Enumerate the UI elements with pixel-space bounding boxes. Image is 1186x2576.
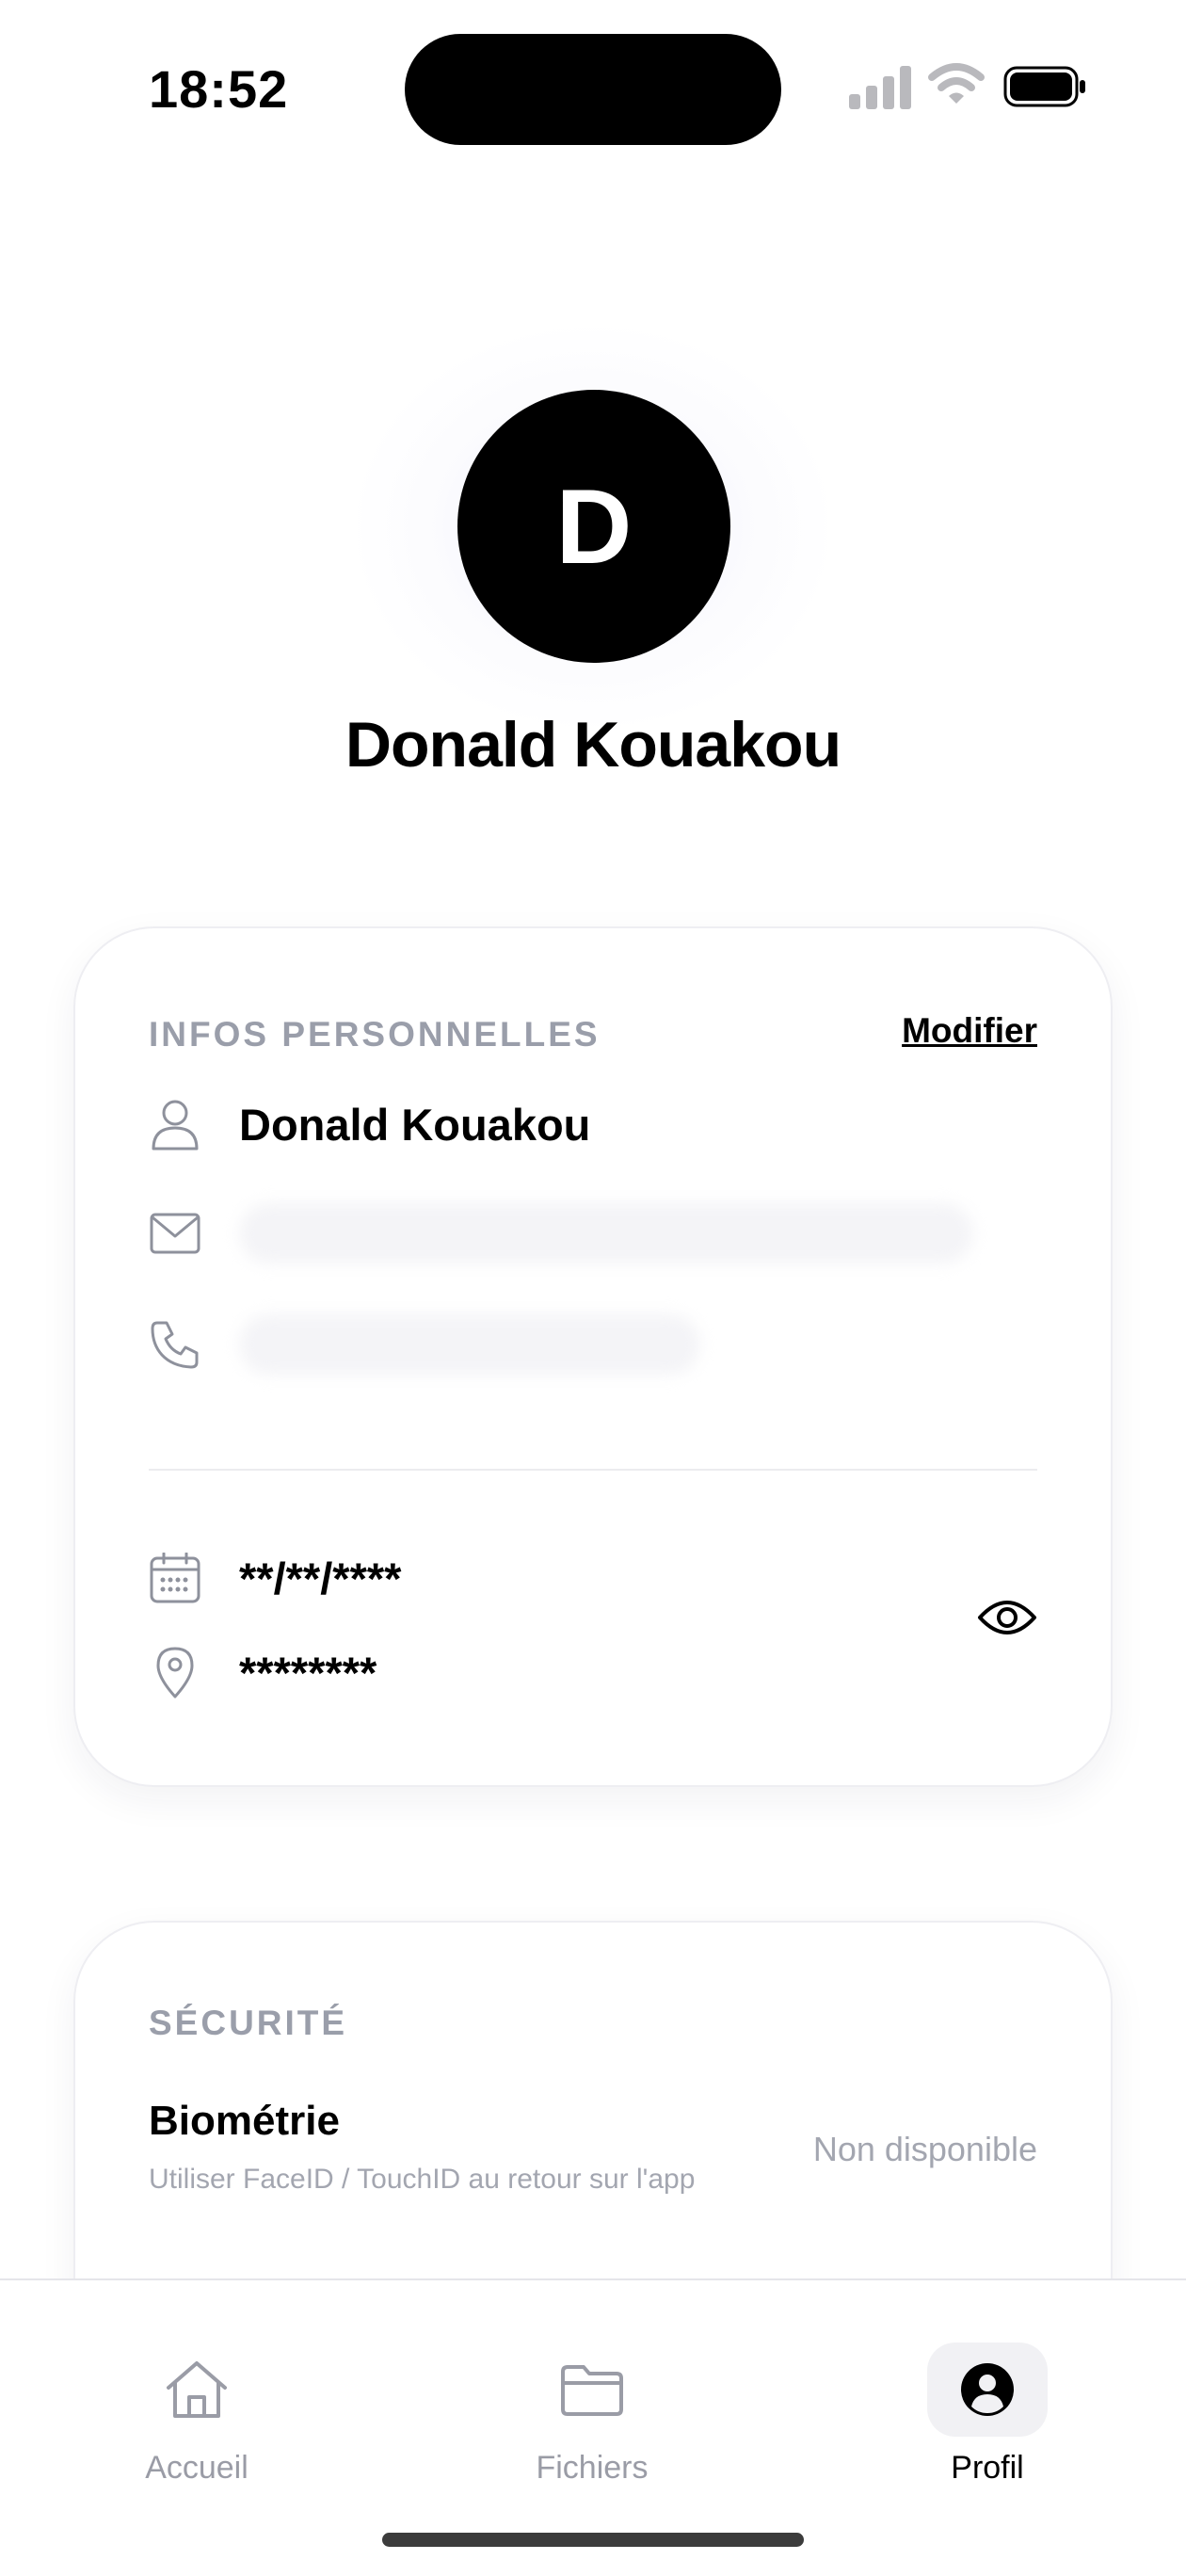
user-icon bbox=[149, 1098, 201, 1151]
personal-info-title: INFOS PERSONNELLES bbox=[149, 1015, 601, 1054]
security-title: SÉCURITÉ bbox=[149, 2004, 348, 2042]
profile-icon-wrap bbox=[927, 2343, 1048, 2437]
dynamic-island bbox=[405, 34, 781, 145]
phone-icon bbox=[149, 1318, 201, 1371]
tab-home[interactable]: Accueil bbox=[103, 2327, 291, 2497]
home-indicator bbox=[382, 2533, 804, 2547]
mail-icon bbox=[149, 1207, 201, 1260]
folder-icon-wrap bbox=[532, 2343, 652, 2437]
email-row bbox=[149, 1203, 973, 1264]
divider bbox=[149, 1469, 1037, 1471]
biometrics-description: Utiliser FaceID / TouchID au retour sur … bbox=[149, 2164, 696, 2195]
tab-files-label: Fichiers bbox=[536, 2450, 649, 2486]
location-pin-icon bbox=[149, 1646, 201, 1699]
name-row: Donald Kouakou bbox=[149, 1098, 590, 1151]
tab-profile-label: Profil bbox=[951, 2450, 1024, 2486]
birth-date-value: **/**/**** bbox=[239, 1553, 402, 1603]
personal-info-card: INFOS PERSONNELLES Modifier Donald Kouak… bbox=[73, 926, 1113, 1787]
tab-home-label: Accueil bbox=[145, 2450, 248, 2486]
home-icon bbox=[167, 2361, 227, 2418]
cellular-signal-icon bbox=[849, 66, 911, 109]
profile-name: Donald Kouakou bbox=[345, 709, 841, 781]
email-hidden-value bbox=[239, 1203, 973, 1264]
birth-place-value: ******** bbox=[239, 1647, 377, 1698]
biometrics-status: Non disponible bbox=[812, 2130, 1037, 2168]
edit-link[interactable]: Modifier bbox=[902, 1011, 1037, 1051]
tab-bar: Accueil Fichiers Profil bbox=[0, 2278, 1186, 2576]
avatar: D bbox=[457, 390, 730, 663]
calendar-icon bbox=[149, 1552, 201, 1604]
battery-icon bbox=[1003, 66, 1085, 107]
birth-place-row: ******** bbox=[149, 1646, 377, 1699]
phone-hidden-value bbox=[239, 1314, 700, 1375]
biometrics-title: Biométrie bbox=[149, 2098, 340, 2144]
full-name-value: Donald Kouakou bbox=[239, 1099, 591, 1150]
avatar-initial: D bbox=[555, 467, 633, 586]
tab-files[interactable]: Fichiers bbox=[498, 2327, 686, 2497]
birth-date-row: **/**/**** bbox=[149, 1552, 401, 1604]
status-time: 18:52 bbox=[149, 59, 289, 119]
eye-icon[interactable] bbox=[977, 1595, 1037, 1640]
profile-icon bbox=[961, 2363, 1014, 2416]
status-bar: 18:52 bbox=[0, 0, 1186, 179]
tab-profile[interactable]: Profil bbox=[893, 2327, 1082, 2497]
home-icon-wrap bbox=[136, 2343, 257, 2437]
wifi-icon bbox=[928, 63, 985, 104]
folder-icon bbox=[561, 2365, 623, 2416]
phone-row bbox=[149, 1314, 700, 1375]
